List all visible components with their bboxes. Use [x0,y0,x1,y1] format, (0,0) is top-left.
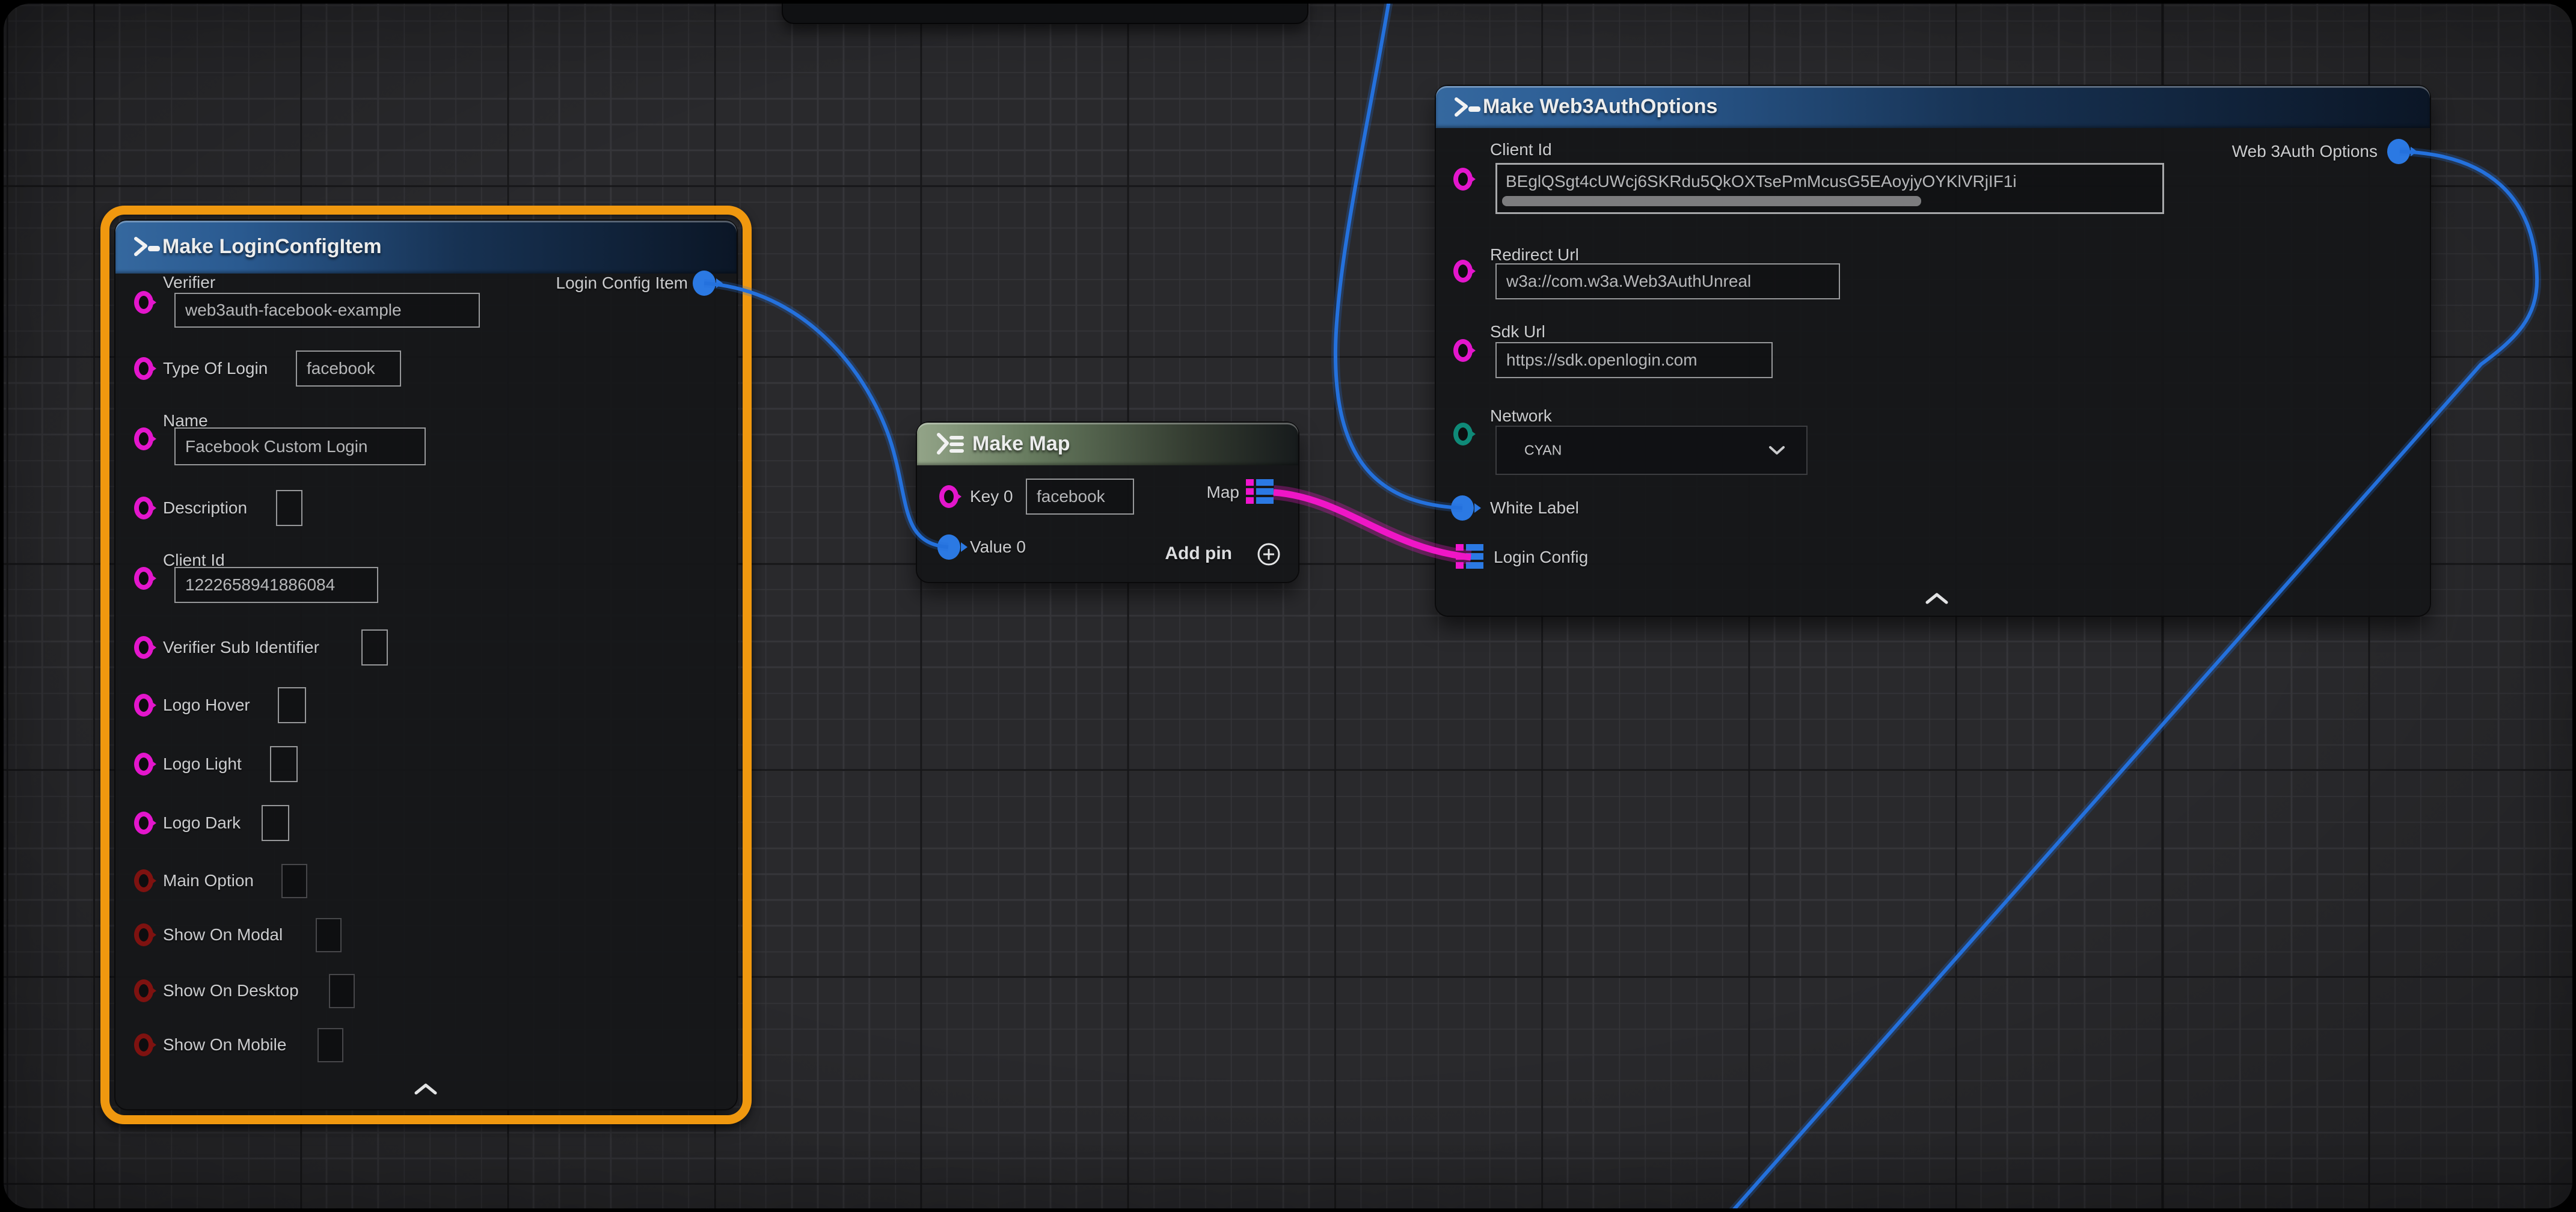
node-make-web3authoptions[interactable]: Make Web3AuthOptions Web 3Auth Options C… [1436,86,2430,616]
client-id-input[interactable]: 1222658941886084 [174,567,378,603]
type-of-login-pin[interactable] [134,357,153,380]
value-0-pin[interactable] [937,534,960,560]
pin-label: Logo Hover [163,696,250,715]
description-input[interactable] [276,490,302,526]
node-make-map[interactable]: Make Map Key 0 facebook Map Value 0 Add … [917,423,1298,582]
network-pin[interactable] [1453,423,1473,445]
name-input[interactable]: Facebook Custom Login [174,427,426,465]
collapse-chevron-icon[interactable] [1924,592,1950,605]
client-id-value: BEglQSgt4cUWcj6SKRdu5QkOXTsePmMcusG5EAoy… [1506,172,2017,191]
pin-label: Network [1490,406,1552,426]
blueprint-canvas[interactable]: Make LoginConfigItem Login Config Item V… [4,4,2572,1208]
redirect-url-value: w3a://com.w3a.Web3AuthUnreal [1506,272,1751,291]
verifier-value: web3auth-facebook-example [185,301,402,320]
client-id-input[interactable]: BEglQSgt4cUWcj6SKRdu5QkOXTsePmMcusG5EAoy… [1495,163,2164,214]
show-on-desktop-pin[interactable] [134,979,153,1002]
map-output-label: Map [1207,483,1239,502]
pin-label: Verifier Sub Identifier [163,638,319,657]
white-label-pin[interactable] [1451,495,1474,521]
sdk-url-input[interactable]: https://sdk.openlogin.com [1495,342,1773,378]
node-title: Make Map [972,432,1070,456]
node-make-loginconfigitem[interactable]: Make LoginConfigItem Login Config Item V… [115,221,737,1109]
client-id-pin[interactable] [1453,168,1473,191]
node-header[interactable]: Make LoginConfigItem [115,221,737,274]
logo-dark-pin[interactable] [134,812,153,834]
partial-node-top[interactable] [783,4,1307,23]
node-header[interactable]: Make Web3AuthOptions [1436,86,2430,128]
redirect-url-input[interactable]: w3a://com.w3a.Web3AuthUnreal [1495,263,1840,299]
description-pin[interactable] [134,497,153,519]
network-selected-value: CYAN [1524,442,1562,459]
make-struct-icon [1452,94,1483,121]
make-map-icon [934,431,968,458]
map-output-pin[interactable] [1246,479,1274,504]
logo-light-input[interactable] [270,746,298,782]
verifier-pin[interactable] [134,291,153,314]
verifier-sub-identifier-input[interactable] [361,629,388,666]
show-on-modal-checkbox[interactable] [316,918,342,952]
redirect-url-pin[interactable] [1453,260,1473,283]
pin-label: Login Config [1494,548,1588,567]
pin-label: Value 0 [970,537,1026,557]
logo-dark-input[interactable] [262,805,289,841]
logo-light-pin[interactable] [134,753,153,776]
sdk-url-pin[interactable] [1453,339,1473,362]
logo-hover-input[interactable] [278,687,306,723]
pin-label: Key 0 [970,487,1013,506]
node-title: Make LoginConfigItem [162,235,382,259]
type-of-login-value: facebook [307,359,375,378]
type-of-login-input[interactable]: facebook [296,350,401,387]
collapse-chevron-icon[interactable] [412,1083,439,1096]
pin-label: Description [163,498,247,518]
client-id-value: 1222658941886084 [185,575,335,595]
node-title: Make Web3AuthOptions [1483,95,1717,118]
client-id-pin[interactable] [134,567,153,590]
verifier-sub-identifier-pin[interactable] [134,636,153,659]
pin-label: Logo Light [163,754,242,774]
main-option-pin[interactable] [134,869,153,892]
make-struct-icon [131,234,162,260]
logo-hover-pin[interactable] [134,694,153,717]
pin-label: Main Option [163,871,254,890]
network-dropdown[interactable]: CYAN [1495,426,1808,475]
web3auth-options-output-pin[interactable] [2387,139,2410,164]
add-pin-button[interactable]: Add pin [1165,543,1232,564]
sdk-url-value: https://sdk.openlogin.com [1506,350,1697,370]
output-pin-label: Login Config Item [556,274,688,293]
show-on-mobile-pin[interactable] [134,1033,153,1056]
wire-loginconfig-to-value0 [704,283,948,547]
pin-label: Show On Mobile [163,1035,286,1054]
pin-label: White Label [1490,498,1579,518]
pin-label: Verifier [163,273,215,292]
name-value: Facebook Custom Login [185,437,368,456]
dropdown-chevron-icon [1768,445,1786,455]
wire-loginconfig-to-value0-glow [704,283,948,547]
main-option-checkbox[interactable] [281,864,307,898]
add-pin-plus-icon[interactable] [1256,542,1281,567]
pin-label: Show On Desktop [163,981,299,1000]
show-on-modal-pin[interactable] [134,923,153,946]
pin-label: Show On Modal [163,925,283,944]
blueprint-editor: Make LoginConfigItem Login Config Item V… [0,0,2576,1212]
key-0-input[interactable]: facebook [1026,479,1134,515]
pin-label: Type Of Login [163,359,268,378]
show-on-desktop-checkbox[interactable] [329,974,355,1008]
login-config-pin[interactable] [1456,544,1483,569]
key-0-value: facebook [1037,487,1105,506]
verifier-input[interactable]: web3auth-facebook-example [174,293,480,328]
pin-label: Client Id [1490,140,1552,159]
pin-label: Redirect Url [1490,245,1579,265]
name-pin[interactable] [134,427,153,450]
key-0-pin[interactable] [939,485,958,508]
login-config-item-output-pin[interactable] [693,271,716,296]
output-pin-label: Web 3Auth Options [2232,142,2378,161]
node-header[interactable]: Make Map [917,423,1298,465]
show-on-mobile-checkbox[interactable] [317,1028,343,1062]
pin-label: Sdk Url [1490,322,1545,341]
pin-label: Logo Dark [163,813,241,833]
client-id-scrollbar[interactable] [1502,196,1921,206]
